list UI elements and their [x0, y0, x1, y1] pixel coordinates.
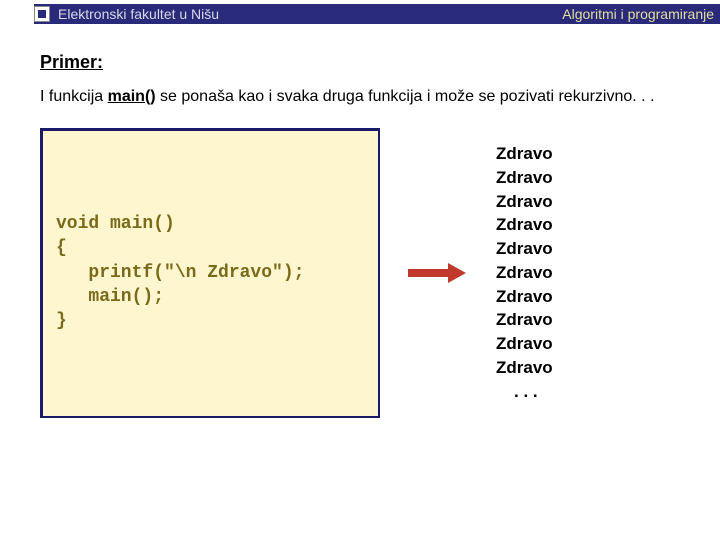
desc-text-after: se ponaša kao i svaka druga funkcija i m…: [156, 88, 655, 105]
section-description: I funkcija main() se ponaša kao i svaka …: [40, 87, 680, 108]
header-left-text: Elektronski fakultet u Nišu: [58, 6, 219, 22]
arrow-right-icon: [408, 263, 468, 283]
output-line: Zdravo: [496, 356, 553, 380]
header-bar: Elektronski fakultet u Nišu Algoritmi i …: [34, 4, 720, 24]
output-line: Zdravo: [496, 285, 553, 309]
desc-text-before: I funkcija: [40, 88, 108, 105]
output-line: Zdravo: [496, 190, 553, 214]
desc-main-keyword: main(): [108, 88, 156, 105]
output-line: Zdravo: [496, 332, 553, 356]
code-listing: void main() { printf("\n Zdravo"); main(…: [56, 212, 304, 333]
slide-content: Primer: I funkcija main() se ponaša kao …: [0, 26, 720, 418]
section-title: Primer:: [40, 52, 680, 73]
output-ellipsis: . . .: [496, 380, 553, 404]
example-row: void main() { printf("\n Zdravo"); main(…: [40, 128, 680, 418]
header-bullet-icon: [34, 6, 50, 22]
slide-header: Elektronski fakultet u Nišu Algoritmi i …: [0, 0, 720, 26]
output-line: Zdravo: [496, 261, 553, 285]
arrow-wrap: [398, 263, 478, 283]
output-line: Zdravo: [496, 166, 553, 190]
output-line: Zdravo: [496, 308, 553, 332]
header-right-text: Algoritmi i programiranje: [562, 6, 714, 22]
output-line: Zdravo: [496, 142, 553, 166]
output-line: Zdravo: [496, 237, 553, 261]
output-line: Zdravo: [496, 213, 553, 237]
output-column: Zdravo Zdravo Zdravo Zdravo Zdravo Zdrav…: [496, 142, 553, 404]
code-box: void main() { printf("\n Zdravo"); main(…: [40, 128, 380, 418]
